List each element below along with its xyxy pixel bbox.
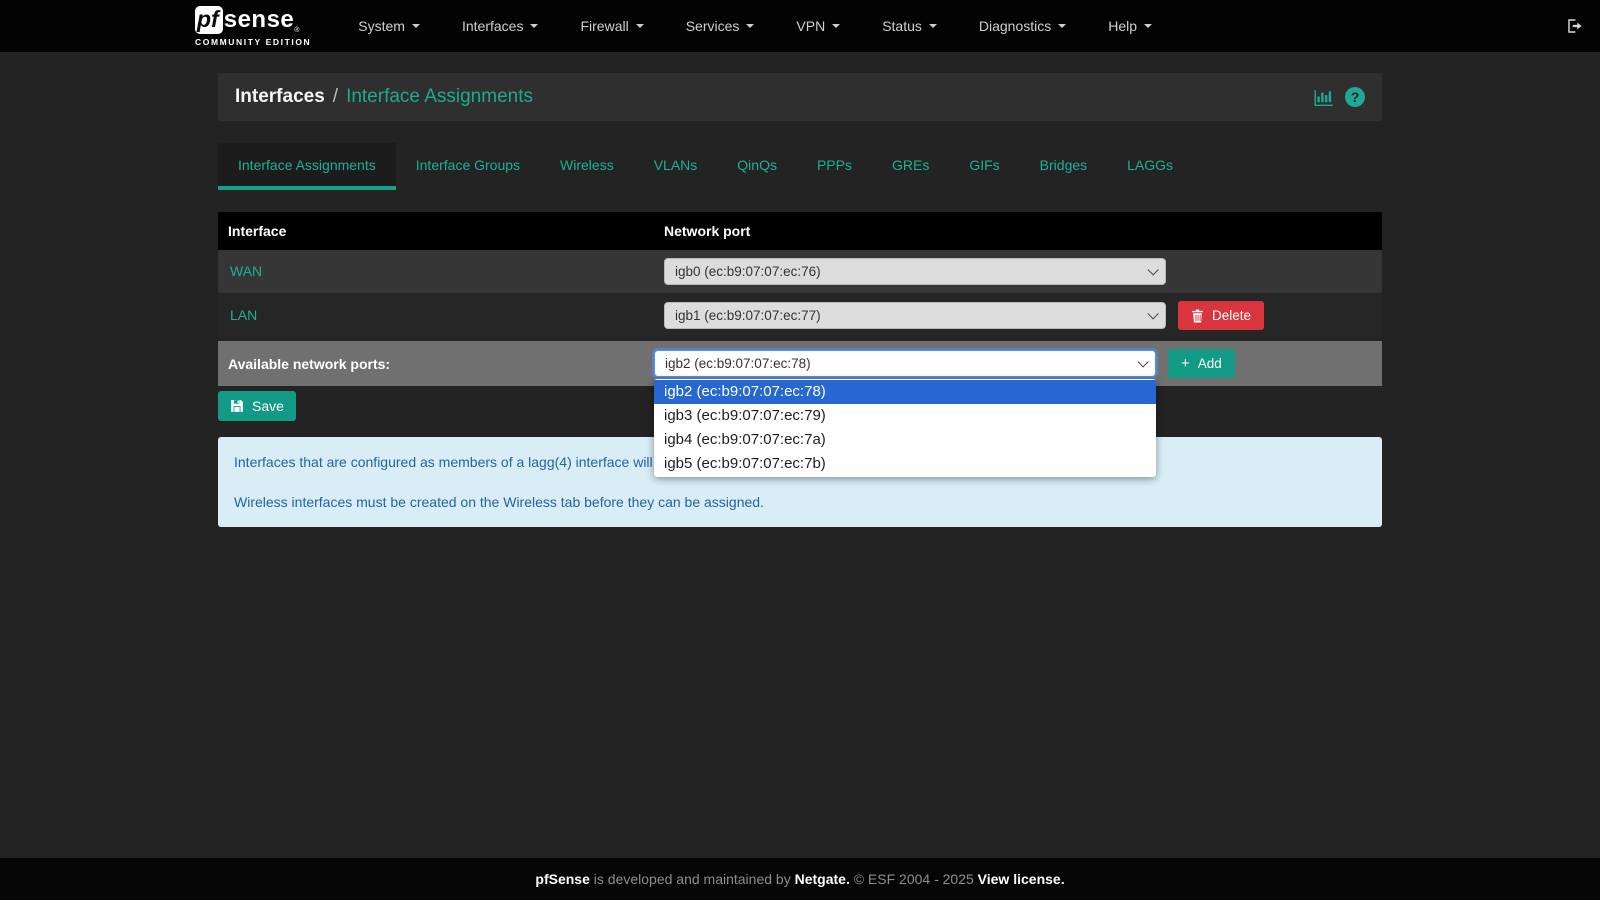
save-button[interactable]: Save	[218, 391, 296, 421]
pfsense-logo[interactable]: pfsense® COMMUNITY EDITION	[195, 6, 311, 47]
logo-registered-mark: ®	[294, 27, 299, 34]
tab-ppps[interactable]: PPPs	[797, 143, 872, 190]
tab-wireless[interactable]: Wireless	[540, 143, 634, 190]
footer-text-2: © ESF 2004 - 2025	[850, 871, 978, 887]
caret-down-icon	[929, 24, 937, 28]
top-navbar: pfsense® COMMUNITY EDITION System Interf…	[0, 0, 1600, 52]
lan-port-select[interactable]: igb1 (ec:b9:07:07:ec:77)	[664, 302, 1166, 329]
menu-system-label: System	[358, 18, 405, 34]
lan-port-selected-value: igb1 (ec:b9:07:07:ec:77)	[675, 308, 821, 323]
logo-sense-text: sense	[224, 6, 295, 34]
footer-view-license-link[interactable]: View license.	[978, 871, 1065, 887]
table-row-wan: WAN igb0 (ec:b9:07:07:ec:76)	[218, 250, 1382, 293]
table-header-row: Interface Network port	[218, 212, 1382, 250]
page-header: Interfaces / Interface Assignments ?	[218, 73, 1382, 121]
menu-firewall[interactable]: Firewall	[559, 2, 664, 50]
plus-icon: +	[1181, 357, 1190, 370]
dropdown-option-igb4[interactable]: igb4 (ec:b9:07:07:ec:7a)	[654, 428, 1156, 452]
tab-gifs[interactable]: GIFs	[949, 143, 1019, 190]
available-port-select[interactable]: igb2 (ec:b9:07:07:ec:78)	[654, 350, 1156, 377]
dropdown-option-igb3[interactable]: igb3 (ec:b9:07:07:ec:79)	[654, 404, 1156, 428]
available-ports-row: Available network ports: igb2 (ec:b9:07:…	[218, 341, 1382, 386]
menu-help[interactable]: Help	[1087, 2, 1173, 50]
footer-text-1: is developed and maintained by	[590, 871, 795, 887]
caret-down-icon	[636, 24, 644, 28]
wan-interface-link[interactable]: WAN	[218, 263, 262, 279]
tab-interface-assignments[interactable]: Interface Assignments	[218, 143, 396, 190]
tab-gres[interactable]: GREs	[872, 143, 949, 190]
menu-interfaces-label: Interfaces	[462, 18, 523, 34]
save-floppy-icon	[230, 399, 244, 413]
lan-interface-link[interactable]: LAN	[218, 307, 257, 323]
menu-services-label: Services	[686, 18, 740, 34]
dropdown-option-igb2[interactable]: igb2 (ec:b9:07:07:ec:78)	[654, 380, 1156, 404]
sign-out-icon[interactable]	[1566, 17, 1584, 35]
caret-down-icon	[530, 24, 538, 28]
menu-status-label: Status	[882, 18, 922, 34]
caret-down-icon	[412, 24, 420, 28]
tab-laggs[interactable]: LAGGs	[1107, 143, 1193, 190]
caret-down-icon	[746, 24, 754, 28]
dropdown-option-igb5[interactable]: igb5 (ec:b9:07:07:ec:7b)	[654, 452, 1156, 476]
footer-brand: pfSense	[535, 871, 589, 887]
menu-interfaces[interactable]: Interfaces	[441, 2, 559, 50]
interface-assignments-table: Interface Network port WAN igb0 (ec:b9:0…	[218, 212, 1382, 386]
menu-vpn[interactable]: VPN	[775, 2, 861, 50]
available-port-dropdown: igb2 (ec:b9:07:07:ec:78) igb3 (ec:b9:07:…	[654, 379, 1156, 477]
breadcrumb-section[interactable]: Interfaces	[235, 86, 325, 108]
column-header-network-port: Network port	[654, 212, 1382, 250]
menu-diagnostics[interactable]: Diagnostics	[958, 2, 1087, 50]
logo-pf-badge: pf	[195, 6, 223, 34]
table-row-lan: LAN igb1 (ec:b9:07:07:ec:77) Delete	[218, 293, 1382, 338]
menu-firewall-label: Firewall	[580, 18, 628, 34]
column-header-interface: Interface	[218, 212, 654, 250]
add-port-button[interactable]: + Add	[1168, 349, 1235, 378]
tab-interface-groups[interactable]: Interface Groups	[396, 143, 540, 190]
help-icon[interactable]: ?	[1345, 87, 1365, 107]
delete-button-label: Delete	[1212, 308, 1251, 323]
status-chart-icon[interactable]	[1314, 89, 1333, 106]
caret-down-icon	[1144, 24, 1152, 28]
save-button-label: Save	[252, 398, 284, 414]
chevron-down-icon	[1147, 264, 1158, 275]
wan-port-select[interactable]: igb0 (ec:b9:07:07:ec:76)	[664, 258, 1166, 285]
footer-netgate-link[interactable]: Netgate.	[795, 871, 850, 887]
pfsense-logo-wordmark: pfsense®	[195, 6, 311, 34]
menu-diagnostics-label: Diagnostics	[979, 18, 1051, 34]
page-footer: pfSense is developed and maintained by N…	[0, 858, 1600, 900]
tab-qinqs[interactable]: QinQs	[717, 143, 797, 190]
trash-icon	[1191, 309, 1204, 323]
breadcrumb-page[interactable]: Interface Assignments	[346, 86, 533, 108]
menu-services[interactable]: Services	[665, 2, 776, 50]
breadcrumb-separator: /	[333, 86, 338, 108]
delete-lan-button[interactable]: Delete	[1178, 301, 1264, 330]
menu-help-label: Help	[1108, 18, 1137, 34]
add-button-label: Add	[1198, 356, 1222, 371]
info-line-wireless: Wireless interfaces must be created on t…	[234, 492, 1366, 512]
menu-system[interactable]: System	[337, 2, 441, 50]
main-menu: System Interfaces Firewall Services VPN …	[337, 2, 1173, 50]
caret-down-icon	[832, 24, 840, 28]
menu-status[interactable]: Status	[861, 2, 958, 50]
caret-down-icon	[1058, 24, 1066, 28]
menu-vpn-label: VPN	[796, 18, 825, 34]
available-port-selected-value: igb2 (ec:b9:07:07:ec:78)	[665, 356, 811, 371]
available-ports-label: Available network ports:	[218, 356, 644, 372]
interfaces-tabs: Interface Assignments Interface Groups W…	[218, 143, 1382, 190]
wan-port-selected-value: igb0 (ec:b9:07:07:ec:76)	[675, 264, 821, 279]
logo-tagline: COMMUNITY EDITION	[195, 37, 311, 47]
tab-bridges[interactable]: Bridges	[1020, 143, 1107, 190]
chevron-down-icon	[1147, 308, 1158, 319]
tab-vlans[interactable]: VLANs	[634, 143, 718, 190]
chevron-down-icon	[1137, 356, 1148, 367]
